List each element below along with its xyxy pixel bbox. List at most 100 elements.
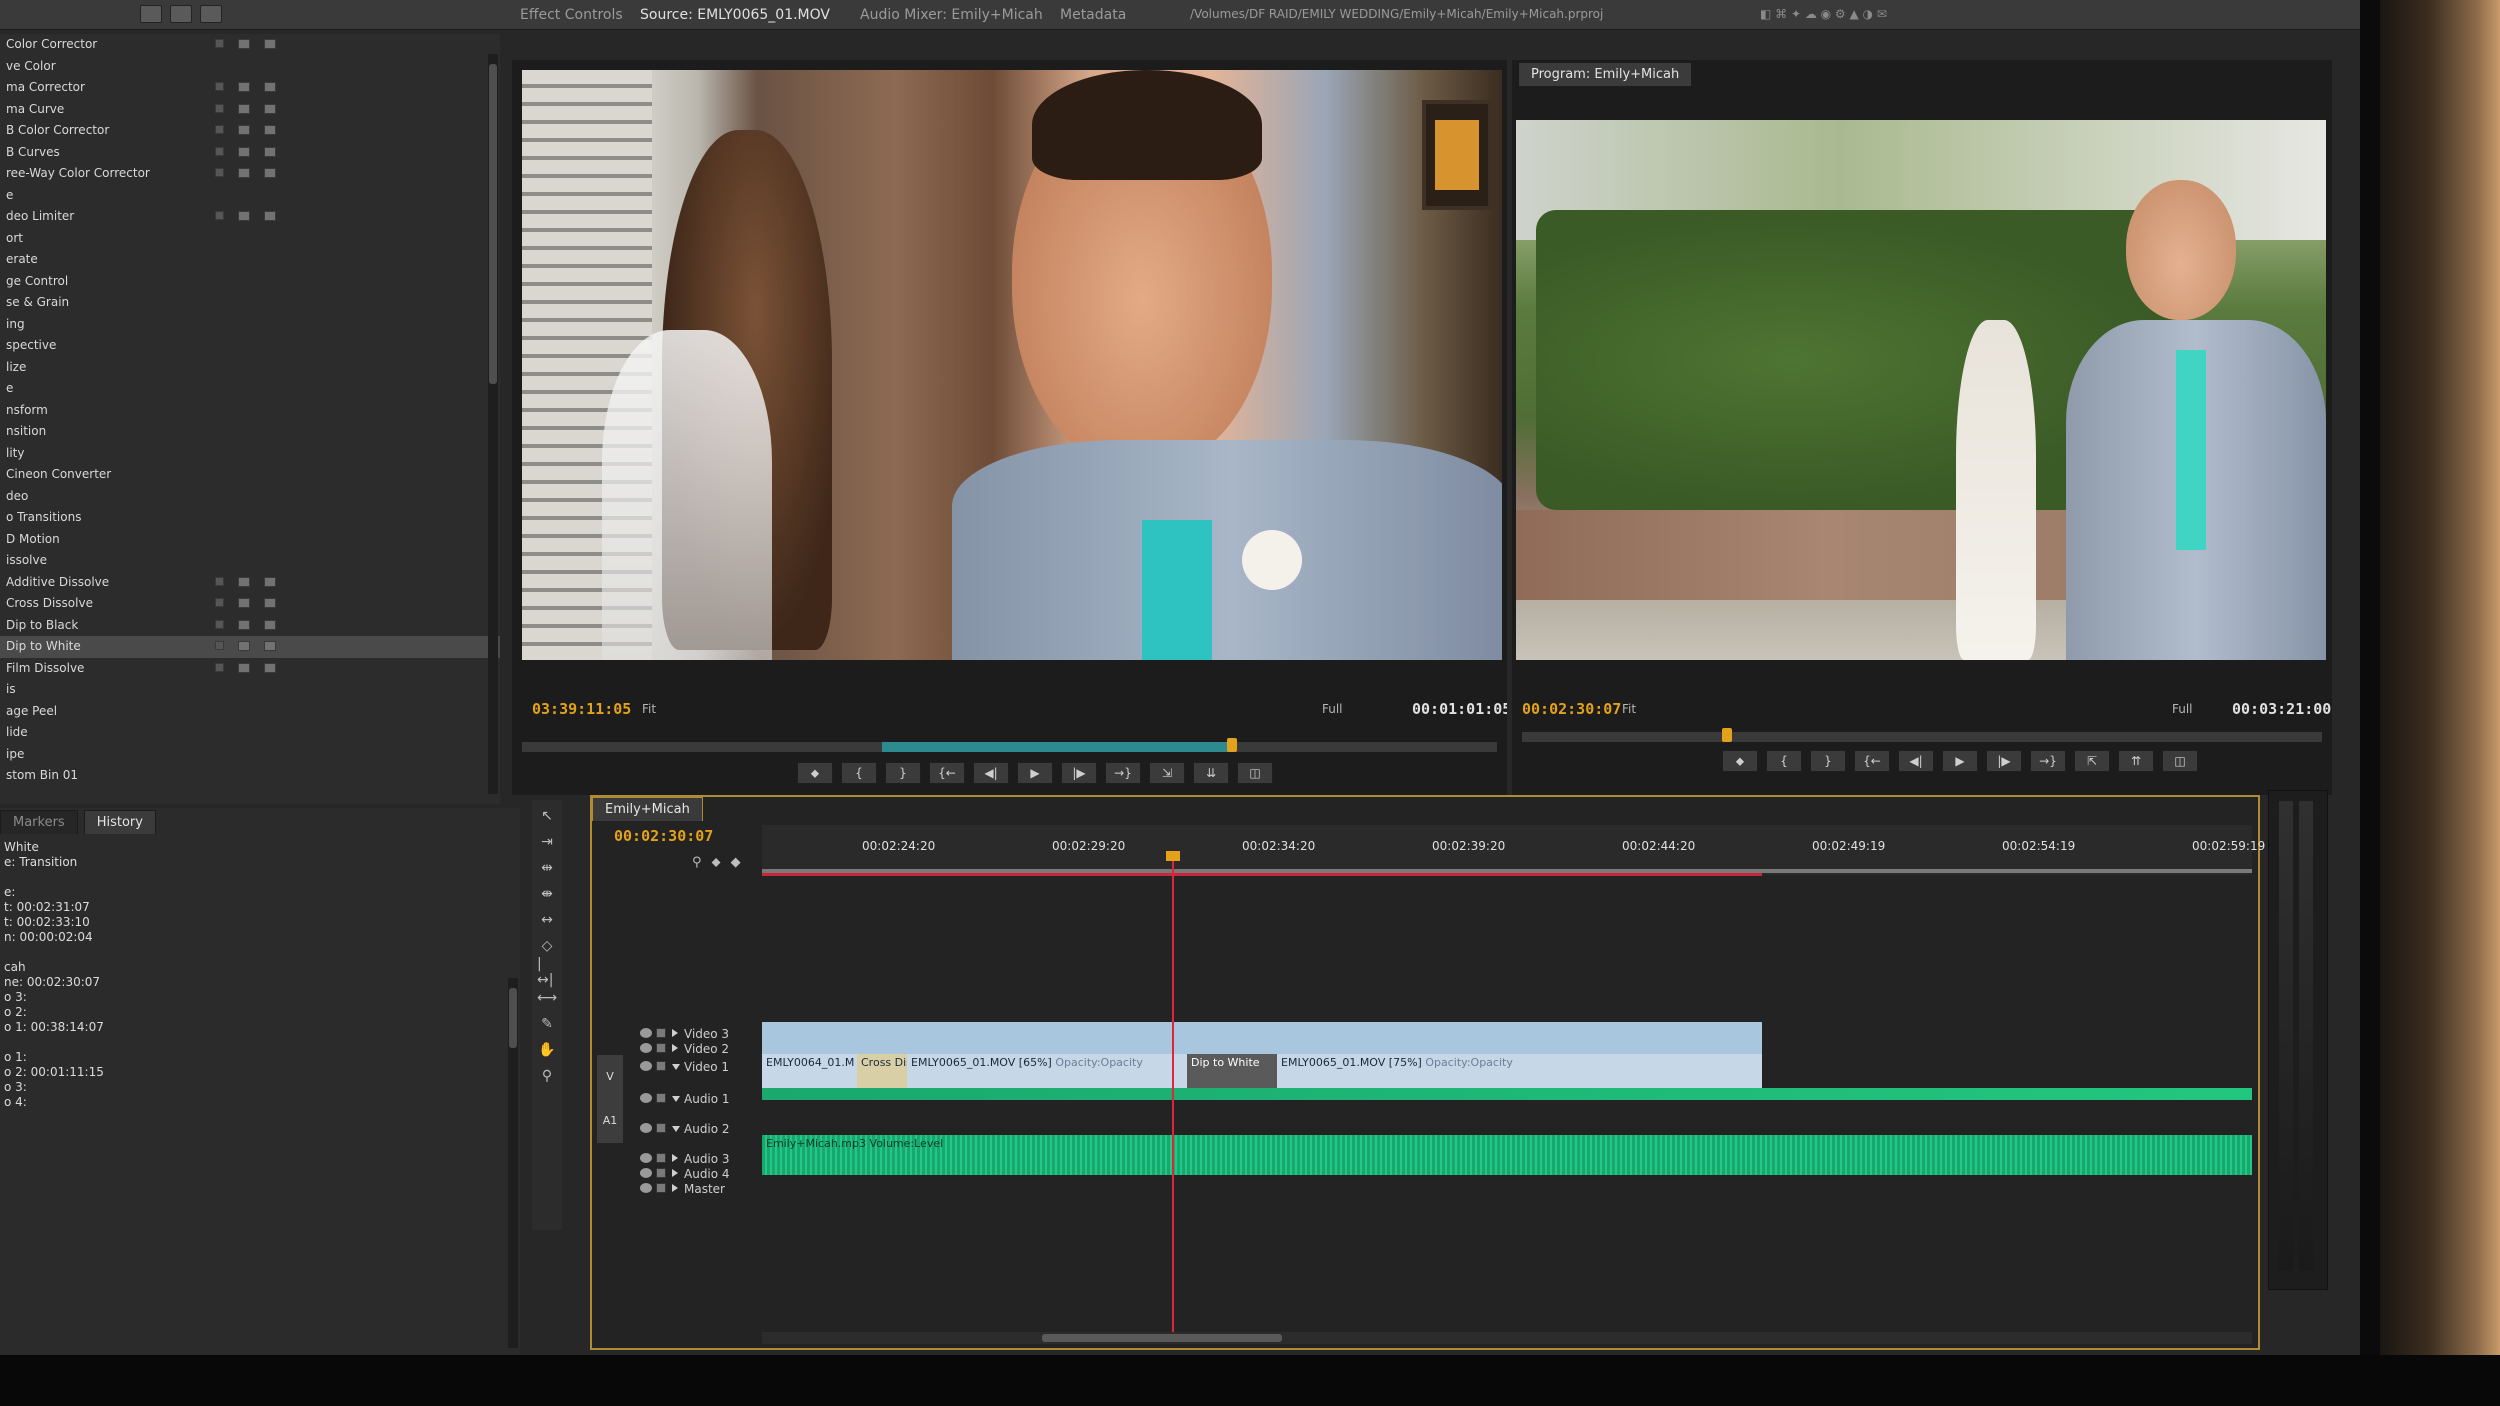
effect-item[interactable]: Dip to White	[0, 636, 500, 658]
track-header[interactable]: Master	[592, 1177, 762, 1201]
effect-item[interactable]: Cineon Converter	[0, 464, 500, 486]
mark-out-icon[interactable]: }	[885, 762, 921, 784]
effects-scrollbar-thumb[interactable]	[489, 64, 497, 384]
effect-item[interactable]: o Transitions	[0, 507, 500, 529]
effect-item[interactable]: is	[0, 679, 500, 701]
tab-audio-mixer[interactable]: Audio Mixer: Emily+Micah	[860, 7, 1043, 23]
collapse-icon[interactable]	[672, 1096, 680, 1102]
timeline-scroll-thumb[interactable]	[1042, 1334, 1282, 1342]
new-item-button[interactable]	[170, 5, 192, 23]
info-scrollbar[interactable]	[508, 978, 518, 1348]
step-forward-icon[interactable]: |▶	[1986, 750, 2022, 772]
marker-icon[interactable]: ⬥	[797, 762, 833, 784]
source-resolution-select[interactable]: Full	[1322, 702, 1343, 716]
expand-icon[interactable]	[672, 1029, 678, 1037]
tab-markers[interactable]: Markers	[0, 810, 78, 834]
clip-emly0064[interactable]: EMLY0064_01.M	[762, 1054, 857, 1088]
play-icon[interactable]: ▶	[1942, 750, 1978, 772]
program-scrubber[interactable]	[1522, 728, 2322, 742]
video-target-button[interactable]: V	[597, 1055, 623, 1099]
effect-item[interactable]: age Peel	[0, 701, 500, 723]
delete-button[interactable]	[200, 5, 222, 23]
extract-icon[interactable]: ⇈	[2118, 750, 2154, 772]
go-to-in-icon[interactable]: {←	[929, 762, 965, 784]
effect-item[interactable]: Additive Dissolve	[0, 572, 500, 594]
tab-sequence[interactable]: Emily+Micah	[592, 797, 703, 821]
export-frame-icon[interactable]: ◫	[1237, 762, 1273, 784]
effect-item[interactable]: nsition	[0, 421, 500, 443]
effect-item[interactable]: deo Limiter	[0, 206, 500, 228]
time-ruler[interactable]: 00:02:24:20 00:02:29:20 00:02:34:20 00:02:3…	[762, 825, 2265, 876]
step-back-icon[interactable]: ◀|	[973, 762, 1009, 784]
speaker-icon[interactable]	[640, 1093, 652, 1103]
mark-in-icon[interactable]: {	[1766, 750, 1802, 772]
lock-icon[interactable]	[656, 1123, 666, 1133]
effect-item[interactable]: stom Bin 01	[0, 765, 500, 787]
slide-tool-icon[interactable]: ⟷	[537, 988, 557, 1008]
program-current-timecode[interactable]: 00:02:30:07	[1522, 700, 1621, 718]
lock-icon[interactable]	[656, 1093, 666, 1103]
rolling-edit-tool-icon[interactable]: ⇼	[537, 884, 557, 904]
effect-item[interactable]: e	[0, 378, 500, 400]
effect-item[interactable]: ma Corrector	[0, 77, 500, 99]
timeline-horizontal-scrollbar[interactable]	[762, 1332, 2252, 1344]
effect-item[interactable]: Dip to Black	[0, 615, 500, 637]
program-fit-select[interactable]: Fit	[1622, 702, 1636, 716]
effect-item[interactable]: ma Curve	[0, 99, 500, 121]
ripple-edit-tool-icon[interactable]: ⇹	[537, 858, 557, 878]
effect-item[interactable]: ve Color	[0, 56, 500, 78]
effect-item[interactable]: D Motion	[0, 529, 500, 551]
zoom-tool-icon[interactable]: ⚲	[537, 1066, 557, 1086]
snap-icon[interactable]: ⚲	[692, 855, 702, 870]
tab-program[interactable]: Program: Emily+Micah	[1518, 62, 1693, 86]
export-frame-icon[interactable]: ◫	[2162, 750, 2198, 772]
effect-item[interactable]: B Color Corrector	[0, 120, 500, 142]
step-forward-icon[interactable]: |▶	[1061, 762, 1097, 784]
tab-metadata[interactable]: Metadata	[1060, 7, 1126, 23]
track-select-tool-icon[interactable]: ⇥	[537, 832, 557, 852]
source-scrubber[interactable]	[522, 738, 1497, 752]
effect-item[interactable]: deo	[0, 486, 500, 508]
eye-icon[interactable]	[640, 1061, 652, 1071]
effect-item[interactable]: Color Corrector	[0, 34, 500, 56]
program-playhead[interactable]	[1722, 728, 1732, 742]
transition-dip-to-white[interactable]: Dip to White	[1187, 1054, 1277, 1088]
effect-item[interactable]: nsform	[0, 400, 500, 422]
effects-scrollbar[interactable]	[488, 54, 498, 794]
slip-tool-icon[interactable]: |↔|	[537, 956, 557, 988]
tab-source[interactable]: Source: EMLY0065_01.MOV	[640, 7, 830, 23]
selection-tool-icon[interactable]: ↖	[537, 806, 557, 826]
clip-audio-a2[interactable]: Emily+Micah.mp3 Volume:Level	[762, 1135, 2252, 1175]
timeline-playhead[interactable]	[1172, 857, 1174, 1342]
go-to-in-icon[interactable]: {←	[1854, 750, 1890, 772]
expand-icon[interactable]	[672, 1044, 678, 1052]
new-bin-button[interactable]	[140, 5, 162, 23]
eye-icon[interactable]	[640, 1043, 652, 1053]
set-encore-marker-icon[interactable]: ◆	[731, 855, 741, 870]
lift-icon[interactable]: ⇱	[2074, 750, 2110, 772]
effect-item[interactable]: Film Dissolve	[0, 658, 500, 680]
overwrite-icon[interactable]: ⇊	[1193, 762, 1229, 784]
effect-item[interactable]: B Curves	[0, 142, 500, 164]
go-to-out-icon[interactable]: →}	[1105, 762, 1141, 784]
mark-in-icon[interactable]: {	[841, 762, 877, 784]
insert-icon[interactable]: ⇲	[1149, 762, 1185, 784]
effect-item[interactable]: spective	[0, 335, 500, 357]
timeline-current-timecode[interactable]: 00:02:30:07	[614, 827, 713, 845]
clip-emly0065-b[interactable]: EMLY0065_01.MOV [75%] Opacity:Opacity	[1277, 1054, 1762, 1088]
effect-item[interactable]: ort	[0, 228, 500, 250]
program-resolution-select[interactable]: Full	[2172, 702, 2193, 716]
lock-icon[interactable]	[656, 1061, 666, 1071]
rate-stretch-tool-icon[interactable]: ↔	[537, 910, 557, 930]
speaker-icon[interactable]	[640, 1123, 652, 1133]
effect-item[interactable]: ing	[0, 314, 500, 336]
add-marker-icon[interactable]: ⬥	[712, 855, 721, 870]
info-scrollbar-thumb[interactable]	[509, 988, 517, 1048]
play-icon[interactable]: ▶	[1017, 762, 1053, 784]
expand-icon[interactable]	[672, 1154, 678, 1162]
effect-item[interactable]: erate	[0, 249, 500, 271]
audio-target-button[interactable]: A1	[597, 1099, 623, 1143]
source-fit-select[interactable]: Fit	[642, 702, 656, 716]
lock-icon[interactable]	[656, 1183, 666, 1193]
collapse-icon[interactable]	[672, 1064, 680, 1070]
